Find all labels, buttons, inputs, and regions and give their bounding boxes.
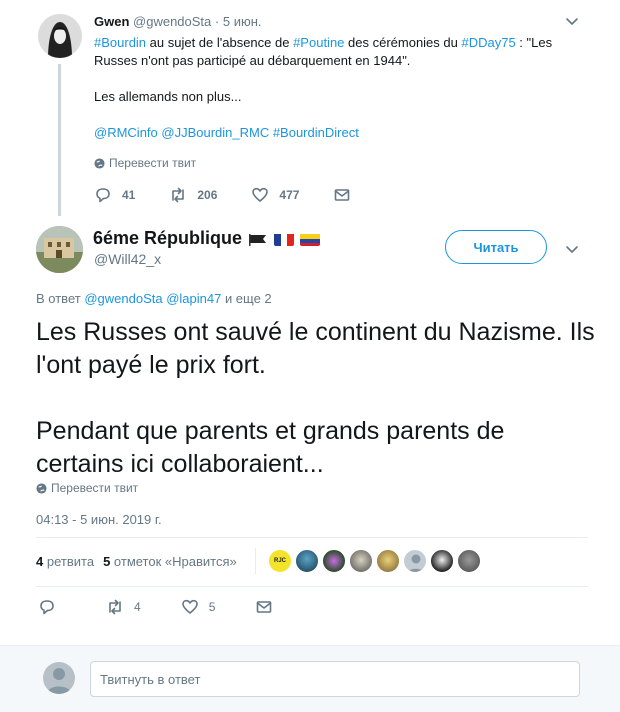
message-icon (335, 189, 350, 201)
tweet-header: Gwen @gwendoSta · 5 июн. (94, 14, 262, 29)
retweets-stat-count: 4 (36, 554, 44, 569)
likes-stat[interactable]: 5 отметок «Нравится» (103, 554, 237, 569)
black-flag-icon (248, 232, 268, 246)
liker-avatar[interactable] (403, 549, 427, 573)
liker-avatar[interactable] (376, 549, 400, 573)
in-reply-to: В ответ @gwendoSta @lapin47 и еще 2 (36, 291, 272, 306)
liker-avatar[interactable] (457, 549, 481, 573)
retweet-button[interactable]: 4 (106, 598, 141, 616)
chevron-down-icon[interactable] (563, 240, 581, 263)
retweet-button[interactable]: 206 (169, 186, 217, 204)
in-reply-mentions[interactable]: @gwendoSta @lapin47 (84, 291, 221, 306)
chevron-down-icon[interactable] (563, 12, 581, 35)
avatar[interactable] (38, 14, 82, 58)
hashtag-poutine[interactable]: #Poutine (293, 35, 344, 50)
tweet-paragraph: Les allemands non plus... (94, 89, 242, 104)
translate-link[interactable]: Перевести твит (94, 156, 196, 170)
like-count: 477 (279, 188, 300, 202)
reply-input[interactable]: Твитнуть в ответ (90, 661, 580, 697)
liker-avatar[interactable] (430, 549, 454, 573)
tweet-text: #Bourdin au sujet de l'absence de #Pouti… (94, 34, 574, 142)
author-handle[interactable]: @gwendoSta (133, 14, 211, 29)
author-name[interactable]: 6éme République (93, 228, 242, 249)
divider (36, 586, 588, 587)
follow-button[interactable]: Читать (445, 230, 547, 264)
author-handle[interactable]: @Will42_x (94, 251, 161, 267)
reply-icon (96, 188, 110, 203)
avatar[interactable] (36, 226, 83, 273)
retweet-count: 206 (197, 188, 218, 202)
text-segment: des cérémonies du (344, 35, 462, 50)
separator: · (214, 14, 220, 29)
translate-label: Перевести твит (109, 156, 197, 170)
liker-avatar[interactable]: RJC (268, 549, 292, 573)
globe-icon (94, 157, 105, 169)
reply-count: 41 (122, 188, 136, 202)
hashtag-dday75[interactable]: #DDay75 (461, 35, 515, 50)
retweet-icon (109, 599, 121, 615)
liker-badge: RJC (273, 558, 286, 564)
liker-avatar[interactable] (349, 549, 373, 573)
retweet-count: 4 (134, 600, 141, 614)
likes-stat-label: отметок «Нравится» (113, 554, 237, 569)
text-segment: au sujet de l'absence de (146, 35, 294, 50)
divider (36, 537, 588, 538)
liker-avatars: RJC (268, 549, 481, 573)
message-icon (257, 601, 272, 613)
likes-stat-count: 5 (103, 554, 111, 569)
like-icon (181, 599, 198, 614)
author-name-row: 6éme République (93, 228, 321, 249)
tweet-paragraph: #Bourdin au sujet de l'absence de #Pouti… (94, 34, 574, 70)
retweets-stat-label: ретвита (46, 554, 95, 569)
tweet-actions: 41 206 477 (94, 186, 385, 204)
tweet-mentions[interactable]: @RMCinfo @JJBourdin_RMC #BourdinDirect (94, 124, 574, 142)
author-name[interactable]: Gwen (94, 14, 129, 29)
reply-button[interactable]: 41 (94, 186, 135, 204)
avatar (43, 662, 75, 694)
message-button[interactable] (255, 598, 273, 616)
liker-avatar[interactable] (322, 549, 346, 573)
tweet-actions: 4 5 (38, 598, 313, 616)
tweet-timestamp[interactable]: 04:13 - 5 июн. 2019 г. (36, 512, 162, 527)
tweet-text: Les Russes ont sauvé le continent du Naz… (36, 316, 596, 481)
venezuela-flag-icon (300, 232, 321, 246)
france-flag-icon (274, 232, 295, 246)
tweet-paragraph: Les Russes ont sauvé le continent du Naz… (36, 318, 595, 379)
like-icon (252, 187, 269, 202)
retweet-icon (172, 187, 185, 203)
like-count: 5 (208, 600, 216, 614)
in-reply-suffix[interactable]: и еще 2 (225, 291, 272, 306)
stats-divider (255, 548, 256, 574)
tweet-stats: 4 ретвита 5 отметок «Нравится» (36, 554, 237, 569)
liker-avatar[interactable] (295, 549, 319, 573)
translate-link[interactable]: Перевести твит (36, 481, 138, 495)
message-button[interactable] (333, 186, 351, 204)
like-button[interactable]: 5 (181, 598, 216, 616)
hashtag-bourdin[interactable]: #Bourdin (94, 35, 146, 50)
thread-line (58, 64, 61, 216)
retweets-stat[interactable]: 4 ретвита (36, 554, 94, 569)
translate-label: Перевести твит (51, 481, 139, 495)
tweet-paragraph: Pendant que parents et grands parents de… (36, 417, 505, 478)
globe-icon (36, 482, 47, 494)
reply-icon (40, 600, 54, 615)
reply-button[interactable] (38, 598, 66, 616)
in-reply-prefix: В ответ (36, 291, 81, 306)
tweet-date[interactable]: 5 июн. (223, 14, 262, 29)
like-button[interactable]: 477 (251, 186, 299, 204)
